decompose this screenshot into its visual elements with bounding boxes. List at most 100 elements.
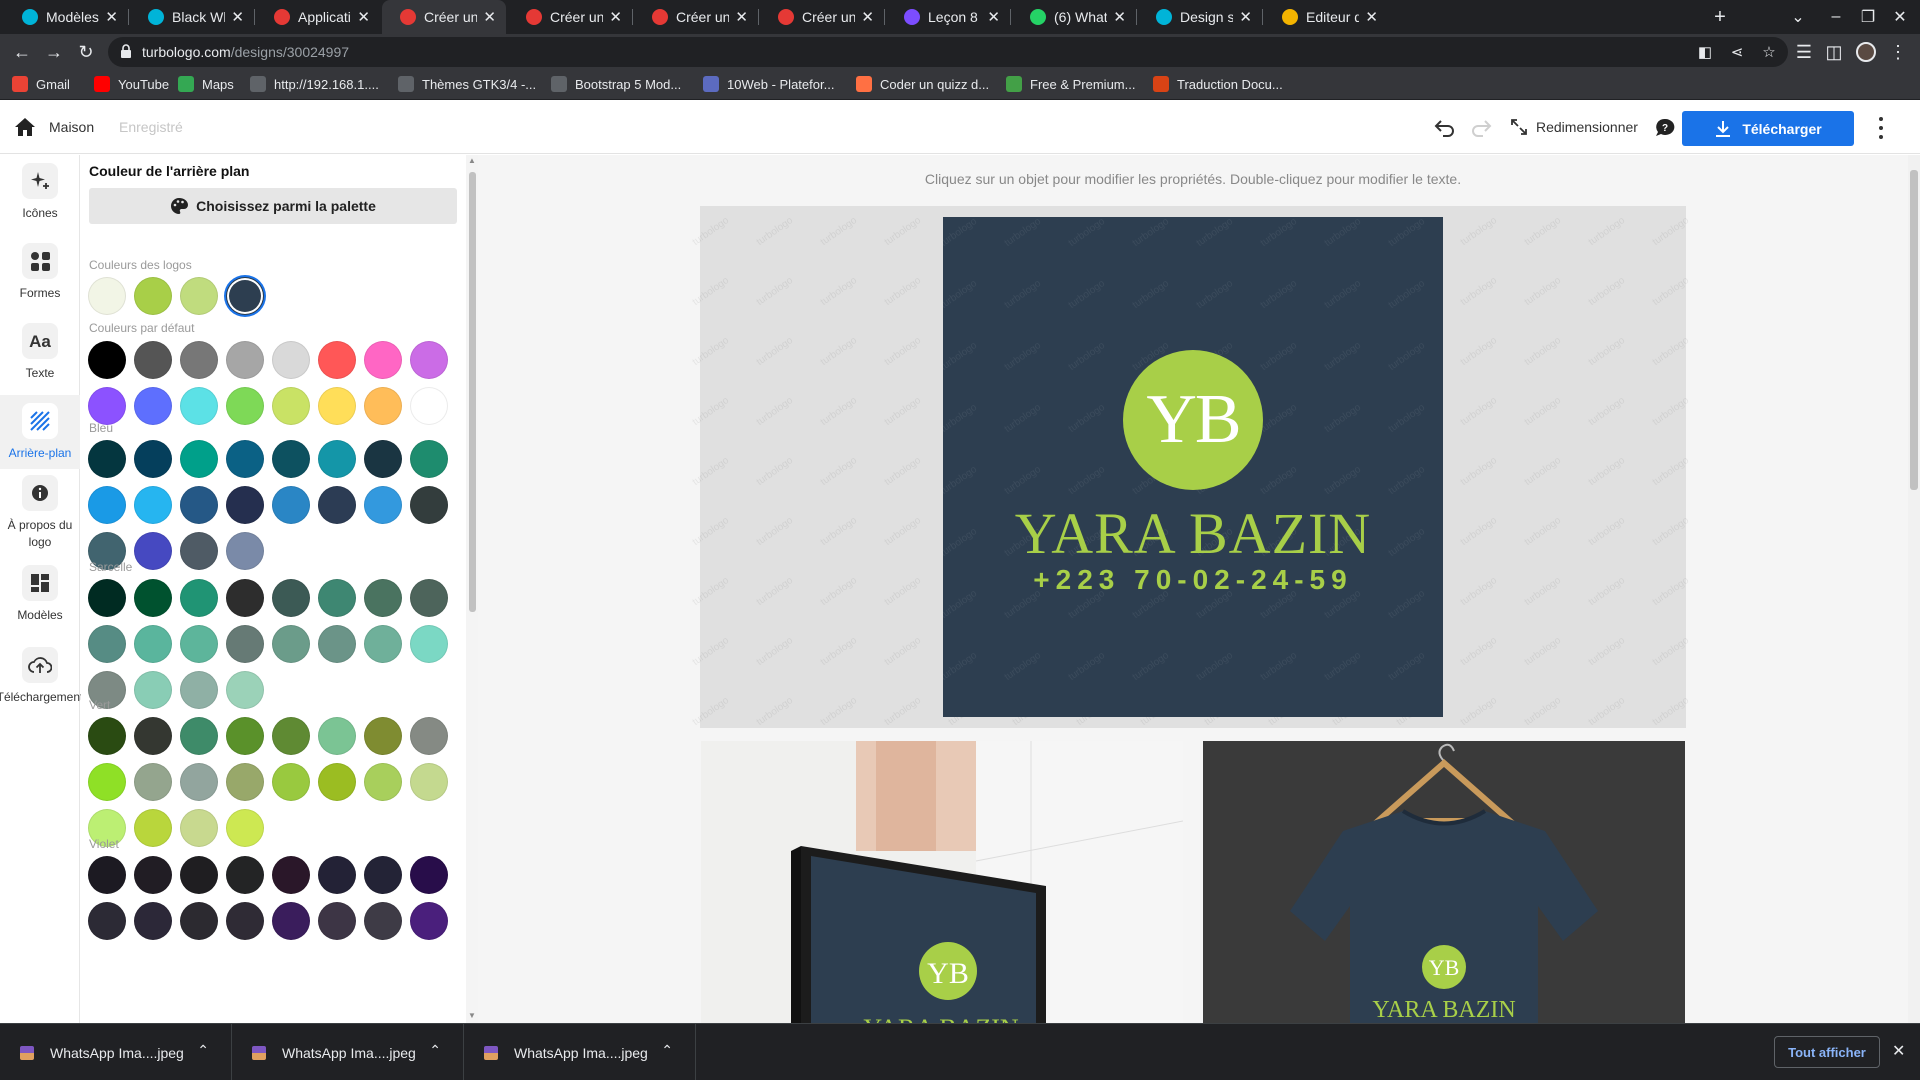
color-swatch[interactable] (272, 717, 310, 755)
color-swatch[interactable] (88, 902, 126, 940)
chevron-up-icon[interactable]: ⌃ (429, 1042, 441, 1059)
logo-monogram[interactable]: YB (1123, 350, 1263, 490)
bookmark-item[interactable]: Bootstrap 5 Mod... (551, 76, 681, 92)
rail-item[interactable]: Aa Texte (0, 323, 80, 385)
color-swatch[interactable] (134, 341, 172, 379)
color-swatch[interactable] (180, 902, 218, 940)
browser-tab[interactable]: Créer un logo e ✕ (760, 0, 884, 34)
color-swatch[interactable] (226, 532, 264, 570)
color-swatch[interactable] (272, 625, 310, 663)
logo-name-text[interactable]: YARA BAZIN (943, 500, 1443, 567)
color-swatch[interactable] (180, 277, 218, 315)
help-chat-icon[interactable]: ? (1655, 118, 1675, 138)
color-swatch[interactable] (410, 486, 448, 524)
color-swatch[interactable] (364, 763, 402, 801)
color-swatch[interactable] (364, 387, 402, 425)
color-swatch[interactable] (180, 440, 218, 478)
color-swatch[interactable] (410, 440, 448, 478)
reload-icon[interactable]: ↻ (72, 38, 100, 66)
color-swatch[interactable] (88, 763, 126, 801)
main-scrollbar-thumb[interactable] (1910, 170, 1918, 490)
share-icon[interactable]: ⋖ (1726, 41, 1748, 63)
signboard-mockup[interactable]: YB YARA BAZIN (701, 741, 1183, 1023)
bookmark-star-icon[interactable]: ☆ (1758, 41, 1780, 63)
color-swatch[interactable] (180, 671, 218, 709)
color-swatch[interactable] (410, 387, 448, 425)
bookmark-item[interactable]: YouTube (94, 76, 169, 92)
browser-tab[interactable]: Design sans titi ✕ (1138, 0, 1262, 34)
home-icon[interactable] (14, 117, 36, 137)
color-swatch[interactable] (134, 486, 172, 524)
color-swatch[interactable] (226, 856, 264, 894)
panel-scroll-down-icon[interactable]: ▼ (466, 1011, 478, 1021)
color-swatch[interactable] (272, 763, 310, 801)
url-input[interactable]: turbologo.com/designs/30024997 ◧ ⋖ ☆ (108, 37, 1788, 67)
color-swatch[interactable] (180, 763, 218, 801)
download-item[interactable]: WhatsApp Ima....jpeg ⌃ (0, 1024, 232, 1080)
color-swatch[interactable] (364, 717, 402, 755)
panel-scroll-up-icon[interactable]: ▲ (466, 156, 478, 166)
color-swatch[interactable] (364, 440, 402, 478)
more-options-icon[interactable] (1872, 117, 1890, 139)
color-swatch[interactable] (226, 579, 264, 617)
bookmark-item[interactable]: 10Web - Platefor... (703, 76, 834, 92)
color-swatch[interactable] (410, 625, 448, 663)
rail-item[interactable]: À propos du logo (0, 475, 80, 555)
color-swatch[interactable] (410, 341, 448, 379)
back-icon[interactable]: ← (8, 38, 36, 66)
color-swatch[interactable] (272, 387, 310, 425)
color-swatch[interactable] (180, 856, 218, 894)
color-swatch[interactable] (318, 486, 356, 524)
color-swatch[interactable] (134, 387, 172, 425)
browser-tab[interactable]: Modèles ✕ (4, 0, 128, 34)
close-window-icon[interactable]: ✕ (1882, 0, 1918, 34)
color-swatch[interactable] (410, 579, 448, 617)
download-item[interactable]: WhatsApp Ima....jpeg ⌃ (232, 1024, 464, 1080)
tab-close-icon[interactable]: ✕ (357, 8, 370, 26)
color-swatch[interactable] (134, 625, 172, 663)
color-swatch[interactable] (364, 856, 402, 894)
color-swatch[interactable] (226, 440, 264, 478)
color-swatch[interactable] (364, 625, 402, 663)
color-swatch[interactable] (226, 277, 264, 315)
download-button[interactable]: Télécharger (1682, 111, 1854, 146)
browser-menu-icon[interactable]: ⋮ (1884, 38, 1912, 66)
tab-close-icon[interactable]: ✕ (231, 8, 244, 26)
color-swatch[interactable] (88, 387, 126, 425)
color-swatch[interactable] (318, 856, 356, 894)
panel-scrollbar-thumb[interactable] (469, 172, 476, 612)
bookmark-item[interactable]: Coder un quizz d... (856, 76, 989, 92)
color-swatch[interactable] (180, 717, 218, 755)
choose-palette-button[interactable]: Choisissez parmi la palette (89, 188, 457, 224)
tab-close-icon[interactable]: ✕ (861, 8, 874, 26)
color-swatch[interactable] (226, 387, 264, 425)
color-swatch[interactable] (134, 717, 172, 755)
browser-tab[interactable]: Créer un logo e ✕ (634, 0, 758, 34)
color-swatch[interactable] (134, 856, 172, 894)
chevron-up-icon[interactable]: ⌃ (197, 1042, 209, 1059)
tab-close-icon[interactable]: ✕ (735, 8, 748, 26)
color-swatch[interactable] (88, 486, 126, 524)
color-swatch[interactable] (88, 625, 126, 663)
bookmark-item[interactable]: Gmail (12, 76, 70, 92)
rail-item[interactable]: Arrière-plan (0, 395, 80, 469)
chevron-up-icon[interactable]: ⌃ (661, 1042, 673, 1059)
color-swatch[interactable] (318, 387, 356, 425)
color-swatch[interactable] (410, 763, 448, 801)
color-swatch[interactable] (180, 532, 218, 570)
tab-close-icon[interactable]: ✕ (1365, 8, 1378, 26)
tshirt-mockup[interactable]: YB YARA BAZIN +223 70-02-24-59 (1203, 741, 1685, 1023)
minimize-icon[interactable]: – (1818, 0, 1854, 34)
browser-tab[interactable]: Black White Mi ✕ (130, 0, 254, 34)
browser-tab[interactable]: Créer un logo e ✕ (508, 0, 632, 34)
forward-icon[interactable]: → (40, 38, 68, 66)
color-swatch[interactable] (318, 717, 356, 755)
color-swatch[interactable] (134, 671, 172, 709)
color-swatch[interactable] (410, 902, 448, 940)
color-swatch[interactable] (226, 671, 264, 709)
color-swatch[interactable] (134, 763, 172, 801)
color-swatch[interactable] (180, 387, 218, 425)
close-downloads-icon[interactable]: ✕ (1892, 1041, 1905, 1061)
color-swatch[interactable] (226, 486, 264, 524)
bookmark-item[interactable]: Thèmes GTK3/4 -... (398, 76, 536, 92)
